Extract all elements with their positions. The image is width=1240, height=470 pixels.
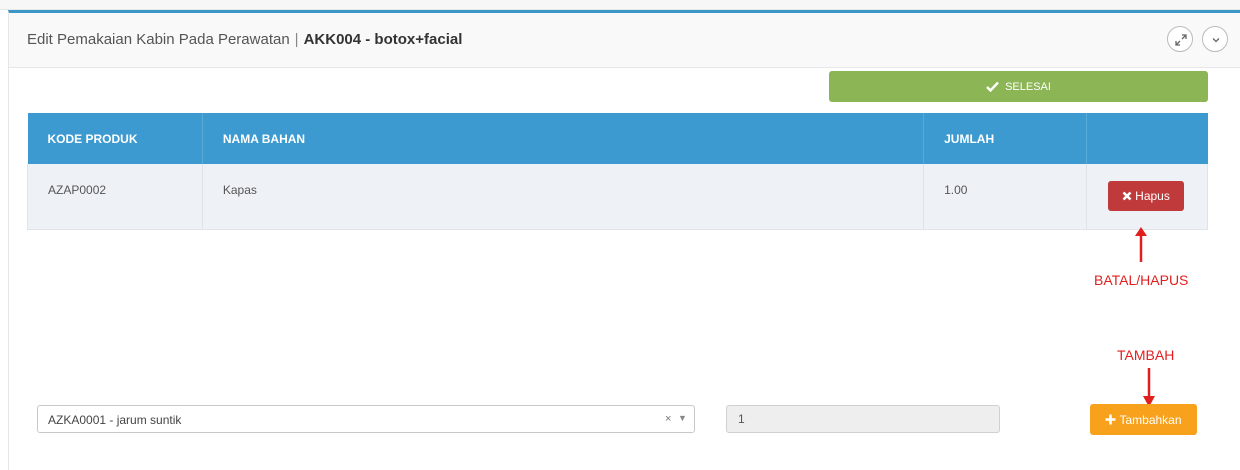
hapus-button[interactable]: Hapus: [1108, 181, 1184, 211]
materials-table: KODE PRODUK NAMA BAHAN JUMLAH AZAP0002 K…: [27, 113, 1208, 230]
header-nama-bahan: NAMA BAHAN: [202, 113, 925, 164]
table-header-row: KODE PRODUK NAMA BAHAN JUMLAH: [27, 113, 1208, 164]
annotation-batal-hapus: BATAL/HAPUS: [1094, 272, 1189, 288]
tambahkan-button[interactable]: Tambahkan: [1090, 404, 1197, 435]
chevron-down-icon: [1212, 38, 1220, 43]
selesai-label: SELESAI: [1005, 80, 1051, 93]
arrow-down-icon: [1143, 368, 1155, 407]
annotation-tambah: TAMBAH: [1117, 347, 1175, 363]
header-jumlah: JUMLAH: [923, 113, 1087, 164]
header-action: [1087, 113, 1208, 164]
quantity-input[interactable]: [726, 405, 1000, 433]
product-select[interactable]: AZKA0001 - jarum suntik × ▼: [37, 405, 695, 433]
close-icon: [1122, 191, 1132, 201]
panel-header: Edit Pemakaian Kabin Pada Perawatan | AKK0…: [9, 13, 1240, 68]
arrow-up-icon: [1135, 227, 1147, 262]
header-kode-produk: KODE PRODUK: [27, 113, 203, 164]
cell-kode-produk: AZAP0002: [27, 164, 203, 230]
fullscreen-button[interactable]: [1167, 26, 1193, 52]
selesai-button[interactable]: SELESAI: [829, 71, 1208, 102]
collapse-button[interactable]: [1202, 26, 1228, 52]
caret-down-icon: ▼: [678, 413, 687, 423]
title-bold: AKK004 - botox+facial: [303, 31, 463, 48]
check-icon: [986, 81, 999, 92]
product-select-value: AZKA0001 - jarum suntik: [48, 413, 182, 427]
expand-icon: [1175, 34, 1187, 46]
hapus-label: Hapus: [1135, 189, 1170, 203]
table-row: AZAP0002 Kapas 1.00 Hapus: [27, 164, 1208, 230]
title-text: Edit Pemakaian Kabin Pada Perawatan: [27, 31, 290, 48]
plus-icon: [1105, 414, 1116, 425]
page-title: Edit Pemakaian Kabin Pada Perawatan | AKK0…: [27, 31, 462, 48]
tambahkan-label: Tambahkan: [1119, 412, 1182, 427]
clear-icon[interactable]: ×: [665, 413, 671, 425]
top-strip: [0, 0, 1240, 10]
cell-jumlah: 1.00: [923, 164, 1087, 230]
cell-action: Hapus: [1086, 164, 1208, 230]
title-separator: |: [294, 31, 299, 48]
cell-nama-bahan: Kapas: [202, 164, 925, 230]
